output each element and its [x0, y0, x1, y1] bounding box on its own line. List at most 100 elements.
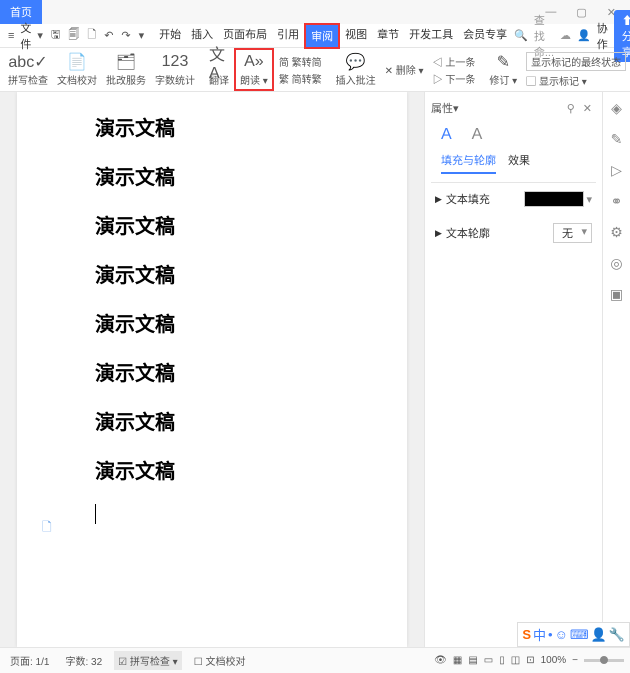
text-format-icon[interactable]: A [441, 126, 452, 144]
subtab-effect[interactable]: 效果 [508, 152, 530, 174]
zoom-fit-icon[interactable]: ⊡ [526, 655, 534, 666]
view-read-icon[interactable]: ▯ [499, 655, 505, 666]
eye-icon[interactable]: 👁 [434, 655, 447, 666]
tab-start[interactable]: 开始 [154, 23, 186, 49]
ime-user-icon[interactable]: 👤 [591, 627, 607, 643]
statusbar: 页面: 1/1 字数: 32 ☑ 拼写检查 ▾ ☐ 文档校对 👁 ▦ ▤ ▭ ▯… [0, 647, 630, 673]
pen-icon[interactable]: ✎ [611, 131, 623, 148]
markup-controls: 显示标记的最终状态 ▢ 显示标记 ▾ [522, 50, 630, 90]
redo-icon[interactable]: ↷ [119, 27, 132, 44]
view-page-icon[interactable]: ▦ [453, 655, 462, 666]
page-icon[interactable]: 🗋 [42, 518, 52, 539]
file-menu[interactable]: 文件 [20, 20, 31, 52]
batch-button[interactable]: 🗂 批改服务 [102, 50, 150, 89]
delete-comment[interactable]: ✕ 删除 ▾ [385, 62, 424, 77]
preview-icon[interactable]: 🗋 [85, 24, 98, 47]
save-icon[interactable]: 🖫 [49, 24, 62, 47]
ime-emoji-icon[interactable]: ☺ [555, 627, 568, 642]
page-indicator[interactable]: 页面: 1/1 [6, 651, 53, 670]
tab-view[interactable]: 视图 [340, 23, 372, 49]
document-area[interactable]: 演示文稿 演示文稿 演示文稿 演示文稿 演示文稿 演示文稿 演示文稿 演示文稿 … [0, 92, 424, 647]
ime-punct-icon[interactable]: • [548, 627, 553, 642]
cloud-icon[interactable]: ☁ [560, 29, 571, 42]
ime-lang[interactable]: 中 [533, 625, 546, 644]
markup-display-select[interactable]: 显示标记的最终状态 [526, 52, 626, 71]
expand-icon[interactable]: ▶ [435, 194, 442, 205]
show-markup[interactable]: ▢ 显示标记 ▾ [526, 73, 626, 88]
status-right: 👁 ▦ ▤ ▭ ▯ ◫ ⊡ 100% − [434, 655, 624, 666]
zoom-out-icon[interactable]: − [572, 655, 578, 666]
ime-keyboard-icon[interactable]: ⌨ [570, 627, 589, 643]
menu-icon[interactable]: ≡ [6, 28, 16, 44]
outline-select[interactable]: 无 ▾ [553, 223, 592, 243]
dropdown-icon[interactable]: ▾ [35, 27, 45, 44]
text-line[interactable]: 演示文稿 [47, 259, 377, 288]
close-panel-icon[interactable]: ✕ [579, 102, 596, 115]
user-icon[interactable]: 👤 [577, 29, 591, 42]
text-effect-icon[interactable]: A [472, 126, 483, 144]
spell-check-button[interactable]: abc✓ 拼写检查 [4, 50, 52, 89]
ime-tool-icon[interactable]: 🔧 [609, 627, 625, 643]
proof-icon: 📄 [67, 52, 87, 72]
tab-review[interactable]: 审阅 [304, 23, 340, 49]
translate-icon: 文A [209, 52, 229, 72]
expand-icon[interactable]: ▶ [435, 228, 442, 239]
location-icon[interactable]: ◎ [610, 255, 622, 272]
doc-proof-button[interactable]: 📄 文档校对 [53, 50, 101, 89]
cursor-line[interactable] [47, 504, 377, 527]
text-fill-row[interactable]: ▶ 文本填充 ▾ [431, 183, 596, 215]
text-line[interactable]: 演示文稿 [47, 406, 377, 435]
text-outline-label: 文本轮廓 [446, 225, 490, 241]
revise-icon: ✎ [497, 52, 510, 72]
simp-to-trad[interactable]: 繁 简转繁 [279, 71, 322, 86]
text-line[interactable]: 演示文稿 [47, 210, 377, 239]
zoom-thumb[interactable] [600, 656, 608, 664]
dropdown-icon[interactable]: ▾ [586, 193, 592, 206]
sogou-icon[interactable]: S [522, 627, 531, 642]
settings-icon[interactable]: ⚙ [610, 224, 623, 241]
undo-icon[interactable]: ↶ [102, 27, 115, 44]
content-area: 演示文稿 演示文稿 演示文稿 演示文稿 演示文稿 演示文稿 演示文稿 演示文稿 … [0, 92, 630, 647]
link-icon[interactable]: ⚭ [611, 193, 623, 210]
props-title: 属性 [431, 100, 453, 116]
read-aloud-button[interactable]: A» 朗读 ▾ [234, 48, 274, 91]
text-line[interactable]: 演示文稿 [47, 161, 377, 190]
view-web-icon[interactable]: ▭ [484, 655, 493, 666]
insert-comment-button[interactable]: 💬 插入批注 [332, 50, 380, 89]
tab-member[interactable]: 会员专享 [458, 23, 512, 49]
search-icon[interactable]: 🔍 [514, 29, 528, 42]
translate-button[interactable]: 文A 翻译 [205, 50, 233, 89]
simplified-traditional[interactable]: 简 繁转简 繁 简转繁 [275, 52, 326, 88]
word-count[interactable]: 字数: 32 [61, 651, 106, 670]
revise-button[interactable]: ✎ 修订 ▾ [485, 50, 521, 89]
text-line[interactable]: 演示文稿 [47, 112, 377, 141]
nav-icon[interactable]: ◫ [511, 655, 520, 666]
wordcount-button[interactable]: 123 字数统计 [151, 50, 199, 89]
text-outline-row[interactable]: ▶ 文本轮廓 无 ▾ [431, 215, 596, 251]
next-comment[interactable]: ▷ 下一条 [433, 71, 476, 86]
color-swatch[interactable] [524, 191, 584, 207]
prev-comment[interactable]: ◁ 上一条 [433, 54, 476, 69]
tab-dev[interactable]: 开发工具 [404, 23, 458, 49]
page[interactable]: 演示文稿 演示文稿 演示文稿 演示文稿 演示文稿 演示文稿 演示文稿 演示文稿 [17, 92, 407, 647]
pin-icon[interactable]: ⚲ [563, 102, 579, 115]
status-proof[interactable]: ☐ 文档校对 [190, 651, 250, 670]
status-spell[interactable]: ☑ 拼写检查 ▾ [114, 651, 182, 670]
tab-reference[interactable]: 引用 [272, 23, 304, 49]
ime-bar[interactable]: S 中 • ☺ ⌨ 👤 🔧 [517, 622, 630, 647]
print-icon[interactable]: 🗐 [66, 24, 81, 47]
trad-to-simp[interactable]: 简 繁转简 [279, 54, 322, 69]
style-icon[interactable]: ◈ [611, 100, 622, 117]
text-line[interactable]: 演示文稿 [47, 357, 377, 386]
select-icon[interactable]: ▷ [611, 162, 622, 179]
view-outline-icon[interactable]: ▤ [468, 655, 477, 666]
collab-label[interactable]: 协作 [597, 20, 608, 52]
tab-chapter[interactable]: 章节 [372, 23, 404, 49]
screen-icon[interactable]: ▣ [610, 286, 623, 303]
zoom-value[interactable]: 100% [541, 655, 567, 666]
zoom-slider[interactable] [584, 659, 624, 662]
text-line[interactable]: 演示文稿 [47, 455, 377, 484]
subtab-fill[interactable]: 填充与轮廓 [441, 152, 496, 174]
dropdown-icon[interactable]: ▾ [137, 27, 147, 44]
text-line[interactable]: 演示文稿 [47, 308, 377, 337]
